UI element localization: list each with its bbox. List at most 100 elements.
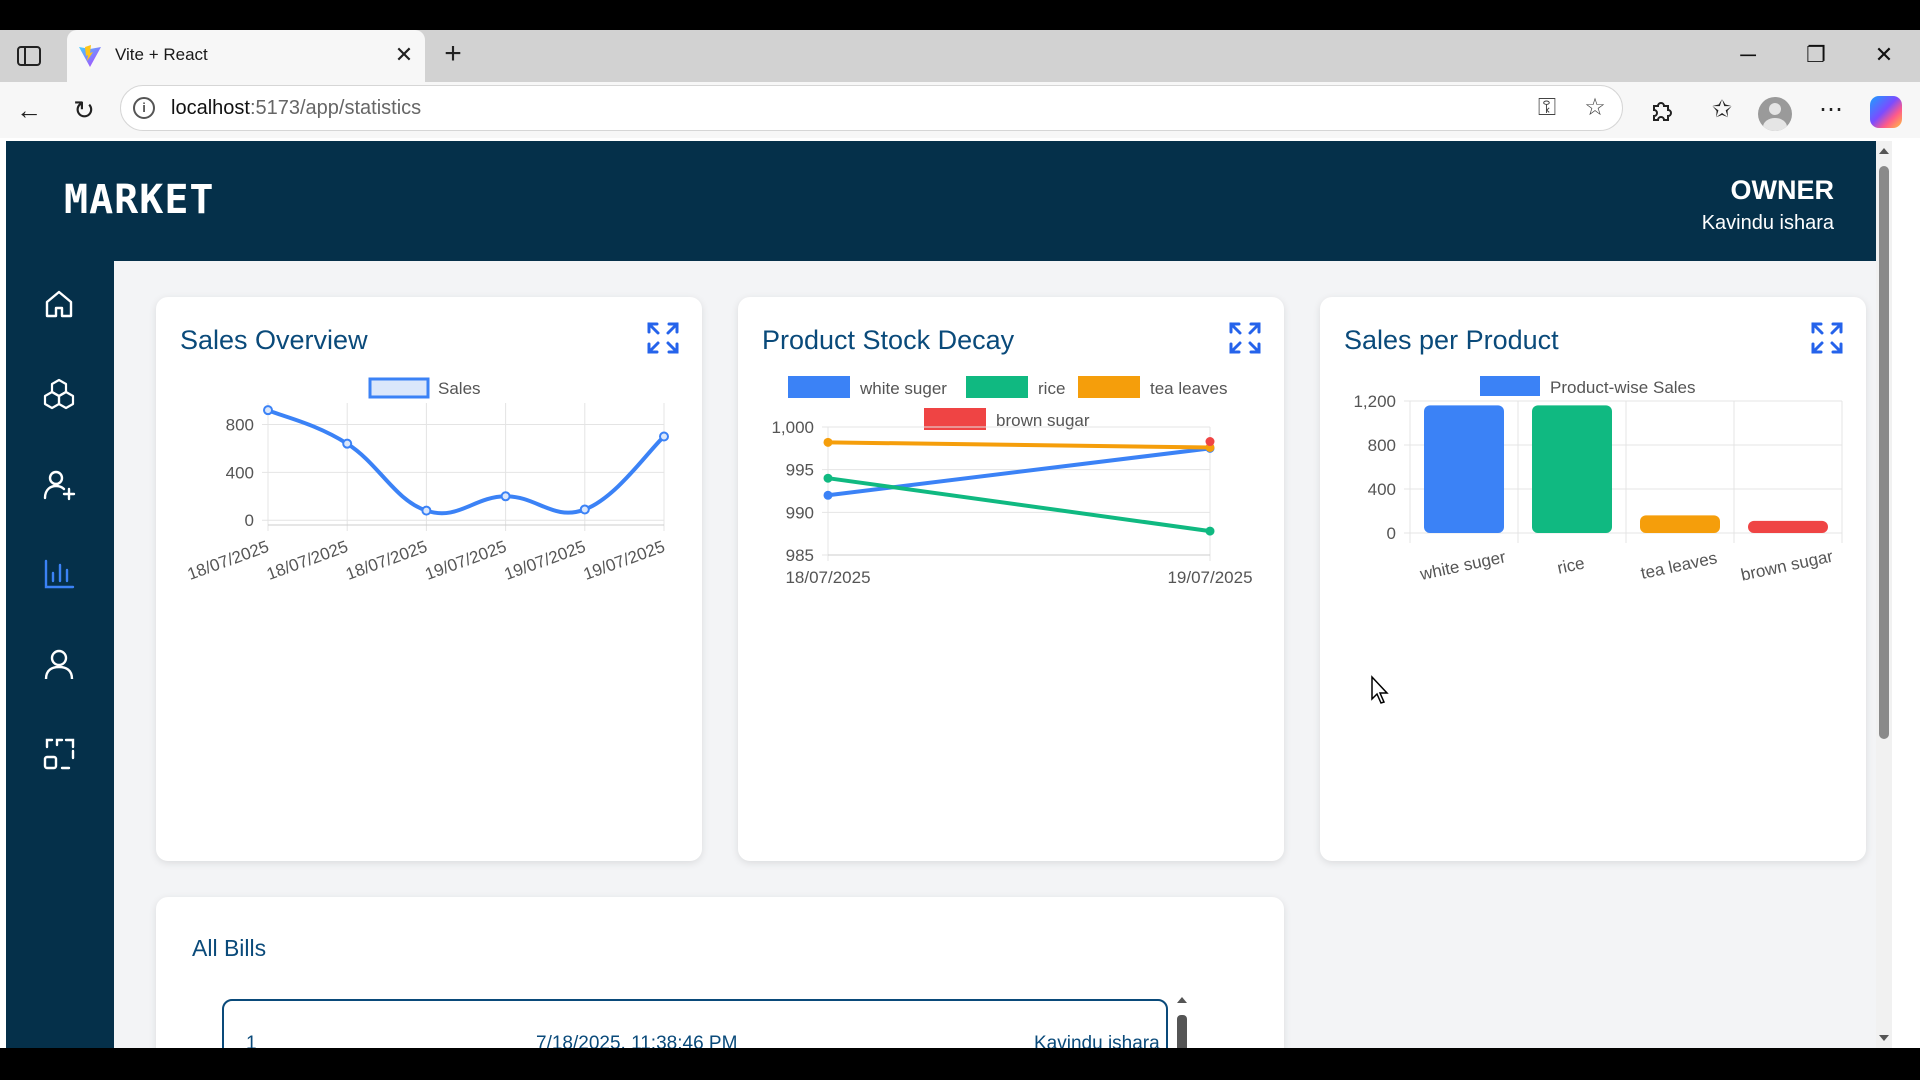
sales-line-chart: Sales040080018/07/202518/07/202518/07/20… <box>185 377 669 584</box>
x-tick-label: 18/07/2025 <box>785 568 870 587</box>
data-point <box>579 504 590 515</box>
series-line <box>827 440 1211 450</box>
tab-bar: Vite + React ✕ + ─ ❐ ✕ <box>0 30 1920 82</box>
user-name: Kavindu ishara <box>1701 212 1834 234</box>
address-bar[interactable]: i localhost:5173/app/statistics ⚿ ☆ <box>120 85 1623 131</box>
series-line <box>827 476 1211 534</box>
sidebar-item-products[interactable] <box>30 365 88 423</box>
data-point <box>342 438 353 449</box>
x-tick-label: 19/07/2025 <box>1167 568 1252 587</box>
key-icon[interactable]: ⚿ <box>1533 95 1561 123</box>
user-icon <box>44 649 74 680</box>
page-scrollbar[interactable] <box>1876 141 1892 1048</box>
data-point <box>823 437 833 447</box>
x-tick-label: tea leaves <box>1639 548 1719 583</box>
series-line-sales <box>267 408 666 516</box>
tab-title: Vite + React <box>115 45 208 64</box>
data-point <box>659 431 669 442</box>
x-tick-label: 19/07/2025 <box>502 537 588 584</box>
sidebar-item-statistics[interactable] <box>30 545 88 603</box>
web-page: MARKET OWNER Kavindu ishara Sales Overvi… <box>6 141 1892 1048</box>
data-point <box>823 490 833 500</box>
main-content: Sales Overview Sales 0 400 800 18/07/2025 18/… <box>114 261 1884 1048</box>
x-tick-label: 18/07/2025 <box>185 537 271 584</box>
legend-swatch <box>966 376 1028 398</box>
y-tick-label: 985 <box>786 546 814 565</box>
minimize-icon[interactable]: ─ <box>1728 40 1768 72</box>
favorite-star-icon[interactable]: ☆ <box>1581 95 1609 123</box>
y-tick-label: 400 <box>226 463 254 482</box>
more-options-icon[interactable]: ⋯ <box>1814 94 1848 128</box>
sidebar <box>6 261 114 1048</box>
legend-swatch <box>368 377 430 399</box>
profile-avatar[interactable] <box>1758 97 1792 131</box>
y-tick-label: 400 <box>1368 480 1396 499</box>
expand-icon[interactable] <box>646 321 680 355</box>
y-tick-label: 0 <box>1387 524 1396 543</box>
scroll-thumb[interactable] <box>1177 1015 1187 1048</box>
card-title: Sales per Product <box>1344 325 1559 355</box>
scroll-up-icon[interactable] <box>1177 997 1187 1003</box>
sidebar-item-scan[interactable] <box>30 725 88 783</box>
scroll-down-icon[interactable] <box>1876 1030 1892 1046</box>
extensions-icon[interactable] <box>1644 94 1678 128</box>
close-window-icon[interactable]: ✕ <box>1864 40 1904 72</box>
legend-swatch <box>1078 376 1140 398</box>
tab-close-icon[interactable]: ✕ <box>391 43 417 69</box>
legend-label: tea leaves <box>1150 379 1228 398</box>
home-icon <box>45 290 73 318</box>
new-tab-icon[interactable]: + <box>438 39 468 70</box>
site-info-icon[interactable]: i <box>133 97 155 119</box>
x-tick-label: 19/07/2025 <box>423 537 509 584</box>
url-text[interactable]: localhost:5173/app/statistics <box>171 97 421 120</box>
restore-icon[interactable]: ❐ <box>1796 40 1836 72</box>
y-tick-label: 990 <box>786 503 814 522</box>
scan-icon <box>43 738 75 770</box>
y-tick-label: 1,200 <box>1353 392 1396 411</box>
sidebar-item-add-user[interactable] <box>30 455 88 513</box>
reload-icon[interactable]: ↻ <box>67 94 101 128</box>
brand-logo: MARKET <box>64 177 215 223</box>
vite-logo-icon <box>79 45 101 67</box>
x-tick-label: 18/07/2025 <box>343 537 429 584</box>
back-icon[interactable]: ← <box>12 94 46 128</box>
legend-swatch <box>1480 376 1540 396</box>
scroll-up-icon[interactable] <box>1876 143 1892 159</box>
x-tick-label: 18/07/2025 <box>264 537 350 584</box>
mouse-cursor-icon <box>1371 675 1389 704</box>
sidebar-item-profile[interactable] <box>30 635 88 693</box>
bill-user: Kavindu ishara <box>1034 1033 1160 1048</box>
x-tick-label: rice <box>1555 553 1586 577</box>
data-point <box>823 473 833 483</box>
legend-label: Sales <box>438 379 481 398</box>
expand-icon[interactable] <box>1810 321 1844 355</box>
bill-row[interactable]: 1 7/18/2025, 11:38:46 PM Kavindu ishara <box>224 1033 1166 1048</box>
x-tick-label: white suger <box>1417 547 1507 584</box>
tab-actions-icon[interactable] <box>16 44 42 68</box>
favorites-icon[interactable]: ✩ <box>1705 94 1739 128</box>
card-title: Product Stock Decay <box>762 325 1015 355</box>
url-host: localhost <box>171 97 250 119</box>
bar-white-suger <box>1424 405 1504 533</box>
y-tick-label: 800 <box>226 416 254 435</box>
expand-icon[interactable] <box>1228 321 1262 355</box>
cubes-icon <box>43 378 75 410</box>
scroll-thumb[interactable] <box>1879 166 1889 739</box>
bills-scrollbar[interactable] <box>1174 989 1190 1048</box>
url-path: :5173/app/statistics <box>249 97 422 119</box>
data-point <box>500 491 511 502</box>
sidebar-item-home[interactable] <box>30 275 88 333</box>
sales-per-product-card: Sales per Product Product-wise Sales 0 400… <box>1320 297 1866 861</box>
data-point <box>1205 437 1215 447</box>
bar-rice <box>1532 405 1612 533</box>
data-point <box>1205 526 1215 536</box>
bills-list[interactable]: 1 7/18/2025, 11:38:46 PM Kavindu ishara <box>222 999 1168 1048</box>
browser-tab[interactable]: Vite + React ✕ <box>67 30 425 82</box>
series-line <box>827 446 1211 498</box>
bill-datetime: 7/18/2025, 11:38:46 PM <box>536 1033 738 1048</box>
data-point <box>421 505 432 516</box>
legend-label: Product-wise Sales <box>1550 378 1696 397</box>
bill-index: 1 <box>246 1033 257 1048</box>
copilot-icon[interactable] <box>1870 96 1902 128</box>
y-tick-label: 995 <box>786 461 814 480</box>
